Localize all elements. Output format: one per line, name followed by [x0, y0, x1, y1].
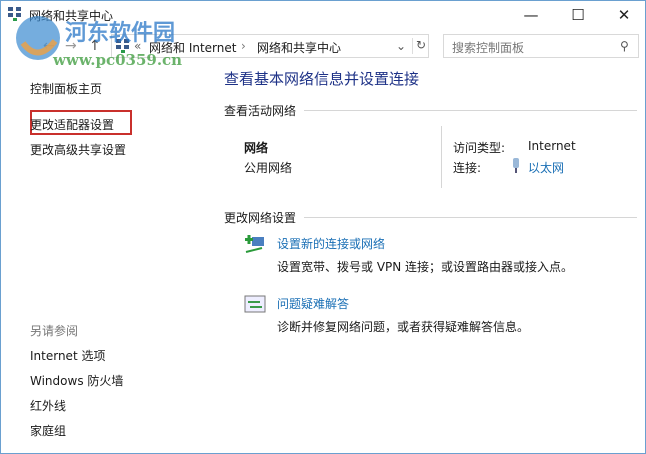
network-icon [8, 7, 21, 21]
control-panel-home-link[interactable]: 控制面板主页 [30, 80, 102, 97]
overflow-chevron[interactable]: « [134, 39, 141, 53]
internet-options-link[interactable]: Internet 选项 [30, 347, 105, 364]
breadcrumb-sharing-center[interactable]: 网络和共享中心 [257, 39, 341, 56]
change-adapter-settings-link[interactable]: 更改适配器设置 [30, 116, 114, 133]
search-input[interactable]: 搜索控制面板 ⚲ [443, 34, 639, 58]
windows-firewall-link[interactable]: Windows 防火墙 [30, 372, 123, 389]
access-type-value: Internet [528, 139, 576, 153]
connection-label: 连接: [453, 161, 482, 175]
search-icon[interactable]: ⚲ [620, 39, 629, 53]
maximize-button[interactable]: ☐ [555, 1, 601, 29]
breadcrumb-network-internet[interactable]: 网络和 Internet [149, 39, 236, 56]
troubleshoot-icon [244, 295, 266, 313]
troubleshoot-link[interactable]: 问题疑难解答 [277, 295, 349, 312]
close-button[interactable]: ✕ [601, 1, 646, 29]
setup-new-connection-link[interactable]: 设置新的连接或网络 [277, 235, 385, 252]
refresh-button[interactable]: ↻ [412, 38, 426, 54]
breadcrumb-separator: › [241, 39, 246, 53]
network-name: 网络 [244, 141, 269, 155]
network-icon [116, 39, 129, 53]
back-button[interactable]: ← [43, 38, 55, 54]
minimize-button[interactable]: — [508, 1, 554, 29]
active-networks-heading: 查看活动网络 [224, 104, 297, 118]
address-bar[interactable]: « 网络和 Internet › 网络和共享中心 ⌄ ↻ [111, 34, 429, 58]
infrared-link[interactable]: 红外线 [30, 397, 66, 414]
page-title: 查看基本网络信息并设置连接 [224, 70, 420, 88]
history-dropdown[interactable]: ⌄ [396, 39, 406, 53]
title-bar: 网络和共享中心 — ☐ ✕ [1, 1, 645, 31]
network-type: 公用网络 [244, 161, 293, 175]
window-title: 网络和共享中心 [29, 9, 114, 23]
access-type-label: 访问类型: [453, 141, 506, 155]
homegroup-link[interactable]: 家庭组 [30, 422, 66, 439]
ethernet-link[interactable]: 以太网 [528, 159, 564, 176]
divider [441, 126, 442, 188]
up-button[interactable]: ↑ [89, 38, 101, 54]
change-settings-heading: 更改网络设置 [224, 211, 297, 225]
forward-button[interactable]: → [65, 38, 77, 54]
ethernet-icon [513, 158, 519, 173]
new-connection-icon [245, 235, 264, 253]
divider [304, 217, 637, 218]
troubleshoot-desc: 诊断并修复网络问题，或者获得疑难解答信息。 [277, 320, 530, 334]
search-placeholder: 搜索控制面板 [452, 41, 525, 55]
setup-new-connection-desc: 设置宽带、拨号或 VPN 连接；或设置路由器或接入点。 [277, 260, 574, 274]
see-also-heading: 另请参阅 [30, 324, 79, 338]
divider [304, 110, 637, 111]
change-advanced-sharing-link[interactable]: 更改高级共享设置 [30, 141, 126, 158]
